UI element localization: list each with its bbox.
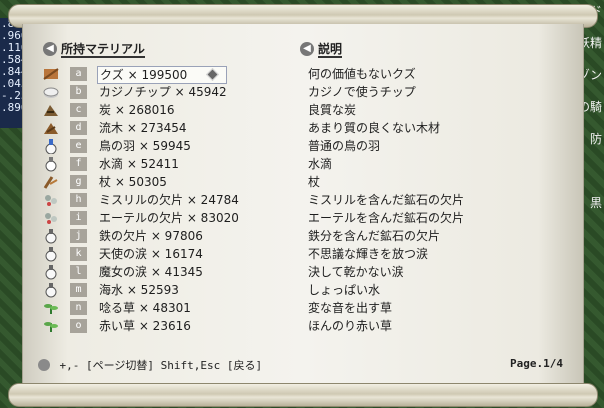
material-description: 鉄分を含んだ鉱石の欠片 bbox=[308, 229, 441, 243]
material-name: 炭 × 268016 bbox=[99, 103, 175, 117]
row-key-badge: d bbox=[70, 121, 87, 135]
description-header: ◀ 説明 bbox=[300, 40, 343, 58]
material-description: ほんのり赤い草 bbox=[308, 319, 393, 333]
row-key-badge: g bbox=[70, 175, 87, 189]
row-key-badge: l bbox=[70, 265, 87, 279]
scroll-bottom-rod bbox=[8, 383, 598, 407]
row-key-badge: e bbox=[70, 139, 87, 153]
material-row-m[interactable]: m 海水 × 52593 しょっぱい水 bbox=[40, 281, 560, 299]
material-description: エーテルを含んだ鉱石の欠片 bbox=[308, 211, 465, 225]
material-description: 普通の鳥の羽 bbox=[308, 139, 381, 153]
material-description: 良質な炭 bbox=[308, 103, 357, 117]
material-description: カジノで使うチップ bbox=[308, 85, 416, 99]
row-key-badge: k bbox=[70, 247, 87, 261]
row-key-badge: a bbox=[70, 67, 87, 81]
material-row-i[interactable]: i エーテルの欠片 × 83020 エーテルを含んだ鉱石の欠片 bbox=[40, 209, 560, 227]
potion-flask-icon bbox=[45, 265, 57, 280]
material-row-a[interactable]: a クズ × 199500 何の価値もないクズ bbox=[40, 65, 560, 84]
herb-icon bbox=[44, 304, 58, 314]
controls-hint: +,- [ページ切替] Shift,Esc [戻る] bbox=[59, 359, 263, 372]
material-row-c[interactable]: c 炭 × 268016 良質な炭 bbox=[40, 101, 560, 119]
material-name: 赤い草 × 23616 bbox=[99, 319, 191, 333]
charcoal-icon bbox=[44, 105, 58, 116]
material-name: 天使の涙 × 16174 bbox=[99, 247, 203, 261]
row-key-badge: h bbox=[70, 193, 87, 207]
page-indicator: Page.1/4 bbox=[510, 357, 563, 370]
material-description: 決して乾かない涙 bbox=[308, 265, 404, 279]
material-name: 鉄の欠片 × 97806 bbox=[99, 229, 203, 243]
right-status-text: 黒 bbox=[589, 196, 602, 210]
casino-chip-icon bbox=[43, 87, 59, 98]
material-name: カジノチップ × 45942 bbox=[99, 85, 227, 99]
material-row-h[interactable]: h ミスリルの欠片 × 24784 ミスリルを含んだ鉱石の欠片 bbox=[40, 191, 560, 209]
material-name: 杖 × 50305 bbox=[99, 175, 167, 189]
material-row-n[interactable]: n 唸る草 × 48301 変な音を出す草 bbox=[40, 299, 560, 317]
material-name: ミスリルの欠片 × 24784 bbox=[99, 193, 239, 207]
material-description: 杖 bbox=[308, 175, 321, 189]
material-name: エーテルの欠片 × 83020 bbox=[99, 211, 239, 225]
ore-icon bbox=[45, 195, 57, 206]
material-name: 唸る草 × 48301 bbox=[99, 301, 191, 315]
controls-footer: +,- [ページ切替] Shift,Esc [戻る] Page.1/4 bbox=[38, 357, 563, 375]
feather-icon bbox=[45, 139, 57, 154]
material-description: 水滴 bbox=[308, 157, 333, 171]
material-header: ◀ 所持マテリアル bbox=[43, 40, 145, 58]
row-key-badge: n bbox=[70, 301, 87, 315]
material-description: 変な音を出す草 bbox=[308, 301, 393, 315]
material-name: 鳥の羽 × 59945 bbox=[99, 139, 191, 153]
potion-flask-icon bbox=[45, 247, 57, 262]
scrap-icon bbox=[43, 68, 59, 80]
material-description: 不思議な輝きを放つ涙 bbox=[308, 247, 429, 261]
row-key-badge: b bbox=[70, 85, 87, 99]
material-name: 魔女の涙 × 41345 bbox=[99, 265, 203, 279]
hint-bulb-icon bbox=[38, 359, 50, 371]
material-row-d[interactable]: d 流木 × 273454 あまり質の良くない木材 bbox=[40, 119, 560, 137]
material-description: 何の価値もないクズ bbox=[308, 67, 416, 81]
row-key-badge: i bbox=[70, 211, 87, 225]
header-bullet-icon: ◀ bbox=[43, 41, 57, 56]
potion-flask-icon bbox=[45, 283, 57, 298]
row-key-badge: m bbox=[70, 283, 87, 297]
material-row-f[interactable]: f 水滴 × 52411 水滴 bbox=[40, 155, 560, 173]
right-status-text: 防 bbox=[589, 132, 602, 146]
material-description: あまり質の良くない木材 bbox=[308, 121, 441, 135]
material-row-k[interactable]: k 天使の涙 × 16174 不思議な輝きを放つ涙 bbox=[40, 245, 560, 263]
material-row-e[interactable]: e 鳥の羽 × 59945 普通の鳥の羽 bbox=[40, 137, 560, 155]
material-row-o[interactable]: o 赤い草 × 23616 ほんのり赤い草 bbox=[40, 317, 560, 335]
ore-icon bbox=[45, 213, 57, 224]
material-row-g[interactable]: g 杖 × 50305 杖 bbox=[40, 173, 560, 191]
header-bullet-icon: ◀ bbox=[300, 41, 314, 56]
material-row-l[interactable]: l 魔女の涙 × 41345 決して乾かない涙 bbox=[40, 263, 560, 281]
row-key-badge: j bbox=[70, 229, 87, 243]
potion-flask-icon bbox=[45, 229, 57, 244]
material-description: しょっぱい水 bbox=[308, 283, 381, 297]
right-status-panel: ド 妖精 ゾン の騎 防 黒 bbox=[578, 0, 604, 408]
material-name: 水滴 × 52411 bbox=[99, 157, 179, 171]
material-row-j[interactable]: j 鉄の欠片 × 97806 鉄分を含んだ鉱石の欠片 bbox=[40, 227, 560, 245]
material-name: 海水 × 52593 bbox=[99, 283, 179, 297]
row-key-badge: c bbox=[70, 103, 87, 117]
herb-icon bbox=[44, 322, 58, 332]
material-name: 流木 × 273454 bbox=[99, 121, 187, 135]
driftwood-icon bbox=[44, 123, 58, 134]
water-flask-icon bbox=[45, 157, 57, 172]
material-description: ミスリルを含んだ鉱石の欠片 bbox=[308, 193, 465, 207]
staff-icon bbox=[43, 176, 58, 189]
row-key-badge: f bbox=[70, 157, 87, 171]
row-key-badge: o bbox=[70, 319, 87, 333]
material-row-b[interactable]: b カジノチップ × 45942 カジノで使うチップ bbox=[40, 83, 560, 101]
